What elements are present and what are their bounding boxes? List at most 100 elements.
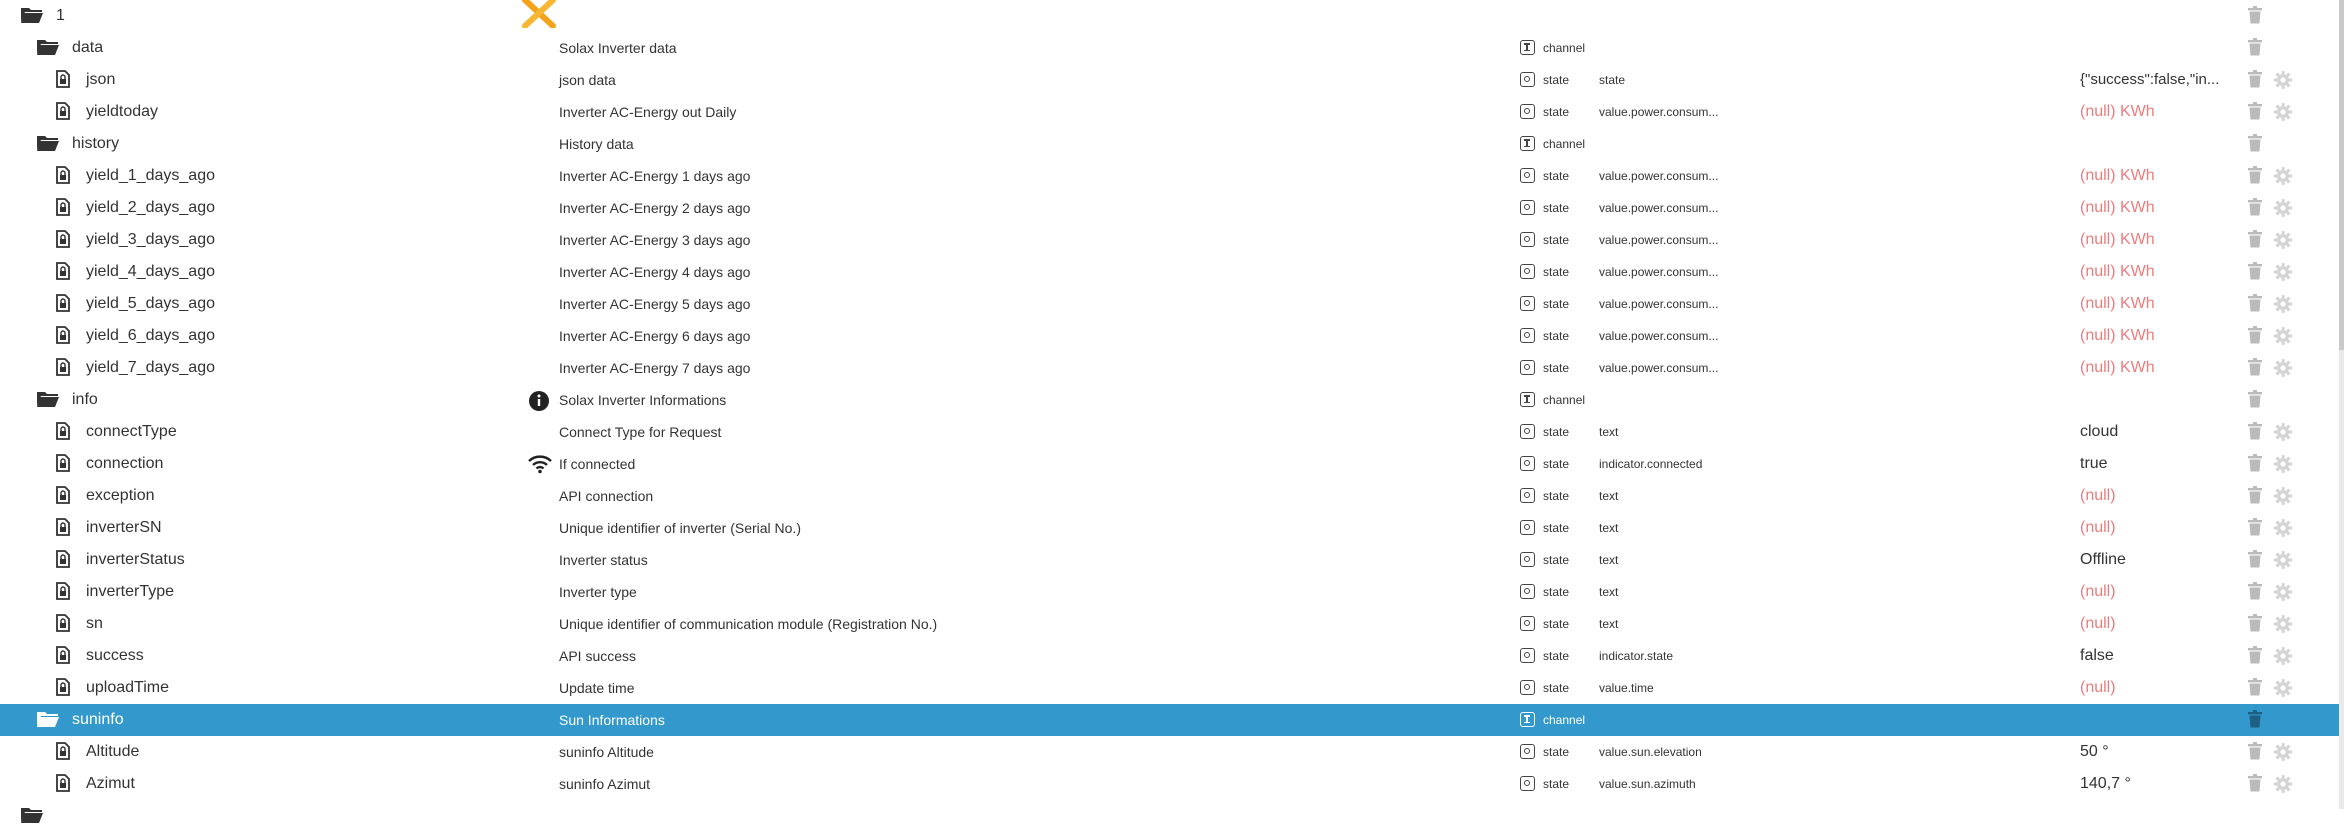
delete-icon[interactable] [2248,102,2262,125]
settings-gear-icon[interactable] [2273,230,2293,255]
state-file-icon[interactable] [56,102,70,125]
state-file-icon[interactable] [56,614,70,637]
delete-icon[interactable] [2248,614,2262,637]
object-id[interactable]: inverterStatus [86,551,185,569]
delete-icon[interactable] [2248,262,2262,285]
object-id[interactable]: exception [86,487,155,505]
tree-row-sn[interactable]: sn Unique identifier of communication mod… [0,608,2340,640]
tree-row-info[interactable]: info Solax Inverter Informations channel [0,384,2340,416]
delete-icon[interactable] [2248,550,2262,573]
state-file-icon[interactable] [56,678,70,701]
state-file-icon[interactable] [56,486,70,509]
settings-gear-icon[interactable] [2273,742,2293,767]
object-id[interactable]: yield_7_days_ago [86,359,215,377]
object-id[interactable]: json [86,71,115,89]
delete-icon[interactable] [2248,326,2262,349]
delete-icon[interactable] [2248,358,2262,381]
tree-row-success[interactable]: success API success state indicator.state fa… [0,640,2340,672]
delete-icon[interactable] [2248,710,2262,733]
delete-icon[interactable] [2248,422,2262,445]
object-id[interactable]: Azimut [86,775,135,793]
delete-icon[interactable] [2248,6,2262,29]
state-file-icon[interactable] [56,326,70,349]
folder-open-icon[interactable] [36,710,60,733]
delete-icon[interactable] [2248,230,2262,253]
object-value[interactable]: {"success":false,"in... [2080,71,2219,88]
state-file-icon[interactable] [56,582,70,605]
object-id[interactable]: sn [86,615,103,633]
state-file-icon[interactable] [56,742,70,765]
tree-row-next[interactable] [0,800,2340,832]
object-value[interactable]: (null) [2080,583,2116,601]
object-id[interactable]: uploadTime [86,679,169,697]
object-id[interactable]: yield_6_days_ago [86,327,215,345]
tree-row-yield_6[interactable]: yield_6_days_ago Inverter AC-Energy 6 day… [0,320,2340,352]
object-id[interactable]: yield_3_days_ago [86,231,215,249]
tree-row-connection[interactable]: connection If connected state indicator.con… [0,448,2340,480]
object-id[interactable]: inverterSN [86,519,162,537]
folder-open-icon[interactable] [36,134,60,157]
state-file-icon[interactable] [56,262,70,285]
object-id[interactable]: yieldtoday [86,103,158,121]
settings-gear-icon[interactable] [2273,582,2293,607]
delete-icon[interactable] [2248,646,2262,669]
tree-row-yield_3[interactable]: yield_3_days_ago Inverter AC-Energy 3 day… [0,224,2340,256]
object-value[interactable]: (null) [2080,679,2116,697]
settings-gear-icon[interactable] [2273,166,2293,191]
tree-row-inverterType[interactable]: inverterType Inverter type state text (null) [0,576,2340,608]
delete-icon[interactable] [2248,70,2262,93]
tree-row-json[interactable]: json json data state state {"success":false,… [0,64,2340,96]
object-value[interactable]: (null) KWh [2080,295,2155,313]
tree-row-Azimut[interactable]: Azimut suninfo Azimut state value.sun.azimu… [0,768,2340,800]
object-id[interactable]: inverterType [86,583,174,601]
object-value[interactable]: (null) KWh [2080,199,2155,217]
settings-gear-icon[interactable] [2273,262,2293,287]
delete-icon[interactable] [2248,454,2262,477]
object-id[interactable]: info [72,391,98,409]
object-value[interactable]: 140,7 ° [2080,775,2131,793]
tree-row-yield_1[interactable]: yield_1_days_ago Inverter AC-Energy 1 day… [0,160,2340,192]
object-id[interactable]: yield_1_days_ago [86,167,215,185]
delete-icon[interactable] [2248,198,2262,221]
settings-gear-icon[interactable] [2273,774,2293,799]
folder-open-icon[interactable] [36,38,60,61]
settings-gear-icon[interactable] [2273,422,2293,447]
object-id[interactable]: connection [86,455,163,473]
delete-icon[interactable] [2248,742,2262,765]
tree-row-suninfo[interactable]: suninfo Sun Informations channel [0,704,2340,736]
settings-gear-icon[interactable] [2273,646,2293,671]
state-file-icon[interactable] [56,70,70,93]
object-value[interactable]: (null) KWh [2080,231,2155,249]
tree-row-uploadTime[interactable]: uploadTime Update time state value.time (nul… [0,672,2340,704]
object-value[interactable]: (null) [2080,615,2116,633]
tree-row-inverterSN[interactable]: inverterSN Unique identifier of inverter … [0,512,2340,544]
delete-icon[interactable] [2248,134,2262,157]
settings-gear-icon[interactable] [2273,198,2293,223]
object-value[interactable]: false [2080,647,2114,665]
object-id[interactable]: 1 [56,7,65,25]
state-file-icon[interactable] [56,422,70,445]
delete-icon[interactable] [2248,294,2262,317]
settings-gear-icon[interactable] [2273,70,2293,95]
object-value[interactable]: 50 ° [2080,743,2109,761]
object-id[interactable]: yield_2_days_ago [86,199,215,217]
state-file-icon[interactable] [56,358,70,381]
state-file-icon[interactable] [56,646,70,669]
object-id[interactable]: history [72,135,119,153]
object-value[interactable]: (null) KWh [2080,103,2155,121]
tree-row-Altitude[interactable]: Altitude suninfo Altitude state value.sun.e… [0,736,2340,768]
delete-icon[interactable] [2248,518,2262,541]
object-value[interactable]: (null) [2080,519,2116,537]
object-value[interactable]: Offline [2080,551,2126,569]
object-value[interactable]: true [2080,455,2108,473]
object-id[interactable]: yield_4_days_ago [86,263,215,281]
state-file-icon[interactable] [56,774,70,797]
delete-icon[interactable] [2248,582,2262,605]
tree-row-yieldtoday[interactable]: yieldtoday Inverter AC-Energy out Daily st… [0,96,2340,128]
settings-gear-icon[interactable] [2273,486,2293,511]
folder-open-icon[interactable] [20,806,44,829]
delete-icon[interactable] [2248,678,2262,701]
object-id[interactable]: suninfo [72,711,124,729]
delete-icon[interactable] [2248,38,2262,61]
delete-icon[interactable] [2248,390,2262,413]
